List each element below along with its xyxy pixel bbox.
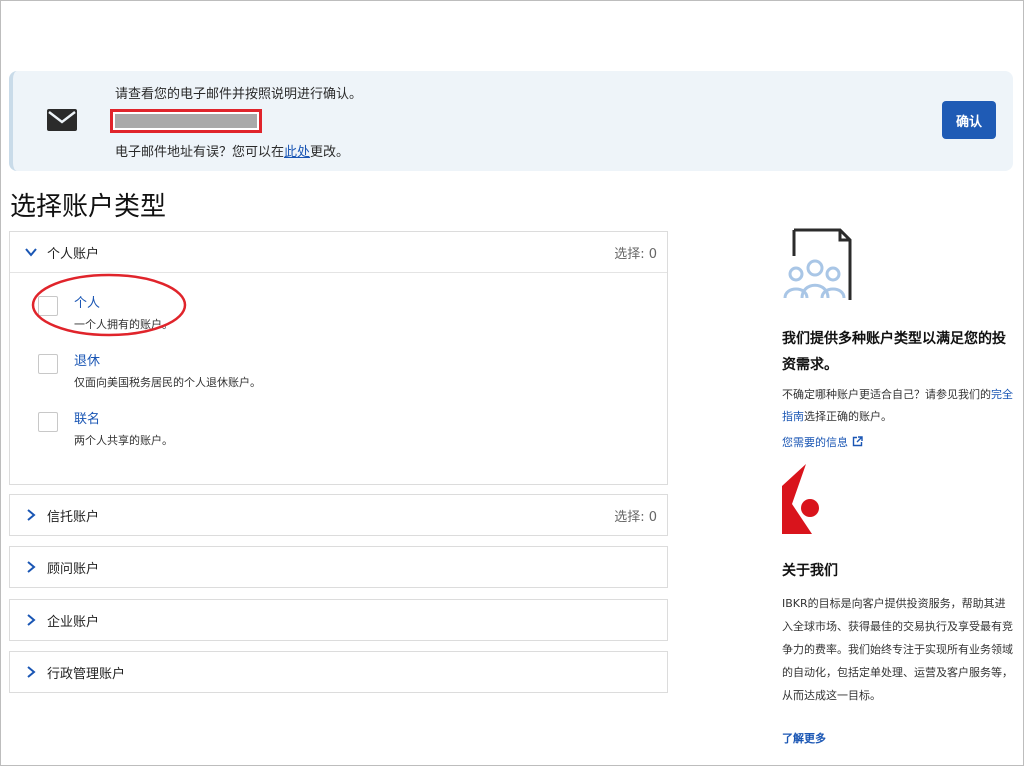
section-header-personal[interactable]: 个人账户 选择: 0 — [10, 232, 667, 272]
section-header-advisor[interactable]: 顾问账户 — [10, 547, 667, 587]
chevron-right-icon — [27, 561, 36, 573]
section-label: 行政管理账户 — [47, 667, 126, 682]
banner-change-email-text: 电子邮件地址有误？您可以在此处更改。 — [115, 145, 350, 160]
chevron-right-icon — [27, 509, 36, 521]
section-label: 企业账户 — [47, 615, 100, 630]
option-description: 一个人拥有的账户。 — [74, 318, 173, 331]
people-document-icon — [783, 228, 852, 300]
side-paragraph: 不确定哪种账户更适合自己？请参见我们的完全指南选择正确的账户。 — [782, 388, 1013, 423]
section-label: 个人账户 — [47, 247, 100, 262]
email-verification-banner: 请查看您的电子邮件并按照说明进行确认。 电子邮件地址有误？您可以在此处更改。 确… — [9, 71, 1013, 171]
chevron-down-icon — [25, 248, 37, 257]
section-advisor-accounts: 顾问账户 — [9, 546, 668, 588]
selection-count: 选择: 0 — [614, 510, 657, 525]
change-email-link[interactable]: 此处 — [284, 145, 310, 160]
section-personal-accounts: 个人账户 选择: 0 个人 一个人拥有的账户。 退休 仅面向美国税务居民的个人退… — [9, 231, 668, 485]
checkbox[interactable] — [38, 354, 58, 374]
confirm-button[interactable]: 确认 — [942, 101, 996, 139]
option-description: 仅面向美国税务居民的个人退休账户。 — [74, 376, 261, 389]
selection-count: 选择: 0 — [614, 247, 657, 262]
learn-more-link[interactable]: 了解更多 — [782, 730, 826, 746]
section-body-personal: 个人 一个人拥有的账户。 退休 仅面向美国税务居民的个人退休账户。 联名 两个人… — [10, 272, 667, 484]
chevron-right-icon — [27, 666, 36, 678]
section-header-trust[interactable]: 信托账户 选择: 0 — [10, 495, 667, 535]
section-header-business[interactable]: 企业账户 — [10, 600, 667, 640]
banner-instruction: 请查看您的电子邮件并按照说明进行确认。 — [115, 87, 363, 102]
info-needed-link[interactable]: 您需要的信息 — [782, 434, 863, 450]
redacted-email — [110, 109, 262, 133]
page-title: 选择账户类型 — [10, 192, 167, 222]
section-label: 信托账户 — [47, 510, 100, 525]
section-label: 顾问账户 — [47, 562, 100, 577]
about-heading: 关于我们 — [782, 563, 838, 579]
checkbox[interactable] — [38, 296, 58, 316]
option-title: 退休 — [74, 354, 101, 369]
about-text: IBKR的目标是向客户提供投资服务，帮助其进入全球市场、获得最佳的交易执行及享受… — [782, 597, 1013, 702]
option-title: 联名 — [74, 412, 101, 427]
section-business-accounts: 企业账户 — [9, 599, 668, 641]
section-admin-accounts: 行政管理账户 — [9, 651, 668, 693]
section-header-admin[interactable]: 行政管理账户 — [10, 652, 667, 692]
side-heading: 我们提供多种账户类型以满足您的投资需求。 — [782, 331, 1006, 373]
section-trust-accounts: 信托账户 选择: 0 — [9, 494, 668, 536]
option-title: 个人 — [74, 296, 101, 311]
ibkr-logo — [782, 464, 819, 534]
option-description: 两个人共享的账户。 — [74, 434, 173, 447]
external-link-icon — [852, 436, 863, 447]
checkbox[interactable] — [38, 412, 58, 432]
chevron-right-icon — [27, 614, 36, 626]
mail-icon — [47, 109, 77, 131]
